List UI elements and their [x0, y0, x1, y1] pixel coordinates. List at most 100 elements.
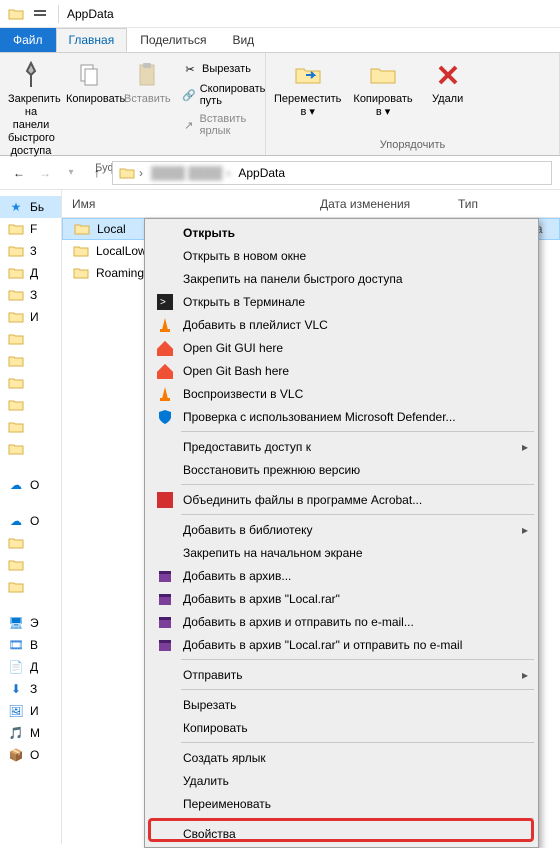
ctx-acrobat[interactable]: Объединить файлы в программе Acrobat... [147, 488, 536, 511]
sidebar-item[interactable]: 📦О [0, 744, 61, 766]
col-date[interactable]: Дата изменения [320, 197, 458, 211]
delete-button[interactable]: Удали [419, 57, 477, 108]
sidebar-item[interactable]: 3 [0, 240, 61, 262]
ctx-defender[interactable]: Проверка с использованием Microsoft Defe… [147, 405, 536, 428]
file-name: LocalLow [96, 244, 147, 258]
copy-to-icon [367, 59, 399, 91]
crumb-root[interactable]: › [115, 162, 147, 184]
ctx-rar-add-local[interactable]: Добавить в архив "Local.rar" [147, 587, 536, 610]
tab-share[interactable]: Поделиться [127, 28, 219, 52]
organize-group-label: Упорядочить [268, 137, 557, 153]
ctx-rar-add[interactable]: Добавить в архив... [147, 564, 536, 587]
folder-icon [72, 264, 90, 282]
paste-button: Вставить [118, 57, 176, 108]
sidebar-onedrive-2[interactable]: ☁O [0, 510, 61, 532]
sidebar-item[interactable] [0, 350, 61, 372]
pdf-icon [155, 490, 175, 510]
copy-button[interactable]: Копировать [60, 57, 118, 108]
nav-history-button[interactable]: ▾ [60, 162, 82, 184]
folder-icon [7, 5, 25, 23]
submenu-arrow-icon: ▸ [522, 440, 528, 454]
ctx-terminal[interactable]: >Открыть в Терминале [147, 290, 536, 313]
library-icon: 🖼 [8, 703, 24, 719]
folder-icon [72, 242, 90, 260]
copy-to-button[interactable]: Копировать в ▾ [347, 57, 418, 121]
sidebar-item[interactable]: F [0, 218, 61, 240]
sidebar-item[interactable]: З [0, 284, 61, 306]
sidebar-item[interactable]: 🎵М [0, 722, 61, 744]
sidebar-item[interactable] [0, 532, 61, 554]
ctx-rar-email[interactable]: Добавить в архив и отправить по e-mail..… [147, 610, 536, 633]
sidebar-item[interactable] [0, 416, 61, 438]
ctx-library[interactable]: Добавить в библиотеку▸ [147, 518, 536, 541]
tab-file[interactable]: Файл [0, 28, 56, 52]
sidebar-this-pc[interactable]: 🖥Э [0, 612, 61, 634]
ctx-properties[interactable]: Свойства [147, 822, 536, 845]
sidebar-item[interactable]: 🎞В [0, 634, 61, 656]
nav-up-button[interactable]: ↑ [86, 162, 108, 184]
ctx-git-bash[interactable]: Open Git Bash here [147, 359, 536, 382]
ctx-vlc-playlist[interactable]: Добавить в плейлист VLC [147, 313, 536, 336]
sidebar-quick-access[interactable]: ★Бь [0, 196, 61, 218]
ctx-copy[interactable]: Копировать [147, 716, 536, 739]
ctx-delete[interactable]: Удалить [147, 769, 536, 792]
tab-home[interactable]: Главная [56, 28, 128, 52]
library-icon: 📦 [8, 747, 24, 763]
move-to-button[interactable]: Переместить в ▾ [268, 57, 347, 121]
crumb-blurred[interactable]: ████ ████› [147, 162, 234, 184]
col-type[interactable]: Тип [458, 197, 560, 211]
ctx-separator [181, 514, 534, 515]
sidebar-item[interactable]: 🖼И [0, 700, 61, 722]
titlebar: AppData [0, 0, 560, 28]
tab-view[interactable]: Вид [219, 28, 267, 52]
sidebar-item[interactable] [0, 394, 61, 416]
ctx-vlc-play[interactable]: Воспроизвести в VLC [147, 382, 536, 405]
terminal-icon: > [155, 292, 175, 312]
ctx-shortcut[interactable]: Создать ярлык [147, 746, 536, 769]
sidebar-item[interactable] [0, 328, 61, 350]
ctx-open-new[interactable]: Открыть в новом окне [147, 244, 536, 267]
shield-icon [155, 407, 175, 427]
ctx-open[interactable]: Открыть [147, 221, 536, 244]
ctx-separator [181, 659, 534, 660]
col-name[interactable]: Имя [72, 197, 320, 211]
copy-path-button[interactable]: 🔗Скопировать путь [176, 81, 274, 109]
nav-back-button[interactable]: ← [8, 162, 30, 184]
sidebar-item[interactable]: И [0, 306, 61, 328]
sidebar-item[interactable] [0, 372, 61, 394]
ctx-cut[interactable]: Вырезать [147, 693, 536, 716]
submenu-arrow-icon: ▸ [522, 523, 528, 537]
path-icon: 🔗 [182, 87, 196, 103]
folder-icon [8, 535, 24, 551]
pin-quick-button[interactable]: Закрепить на панели быстрого доступа [2, 57, 60, 160]
ctx-pin-start[interactable]: Закрепить на начальном экране [147, 541, 536, 564]
ctx-pin-quick[interactable]: Закрепить на панели быстрого доступа [147, 267, 536, 290]
ctx-send-to[interactable]: Отправить▸ [147, 663, 536, 686]
crumb-current[interactable]: AppData [234, 162, 289, 184]
sidebar-item[interactable] [0, 438, 61, 460]
ctx-share-access[interactable]: Предоставить доступ к▸ [147, 435, 536, 458]
star-icon: ★ [8, 199, 24, 215]
nav-forward-button: → [34, 162, 56, 184]
folder-icon [8, 309, 24, 325]
git-icon [155, 361, 175, 381]
ctx-restore[interactable]: Восстановить прежнюю версию [147, 458, 536, 481]
ctx-rename[interactable]: Переименовать [147, 792, 536, 815]
cut-button[interactable]: ✂Вырезать [176, 59, 274, 79]
sidebar-item[interactable]: 📄Д [0, 656, 61, 678]
titlebar-dropdown-icon[interactable] [31, 5, 49, 23]
svg-text:>: > [160, 297, 166, 308]
sidebar-onedrive-1[interactable]: ☁O [0, 474, 61, 496]
sidebar-item[interactable]: Д [0, 262, 61, 284]
titlebar-divider [58, 5, 59, 23]
window-title: AppData [67, 7, 114, 21]
sidebar-item[interactable] [0, 554, 61, 576]
sidebar-item[interactable] [0, 576, 61, 598]
rar-icon [155, 566, 175, 586]
folder-icon [8, 579, 24, 595]
ctx-rar-email-local[interactable]: Добавить в архив "Local.rar" и отправить… [147, 633, 536, 656]
ctx-git-gui[interactable]: Open Git GUI here [147, 336, 536, 359]
column-headers[interactable]: Имя Дата изменения Тип [62, 190, 560, 218]
sidebar-item[interactable]: ⬇З [0, 678, 61, 700]
breadcrumb[interactable]: › ████ ████› AppData [112, 161, 552, 185]
